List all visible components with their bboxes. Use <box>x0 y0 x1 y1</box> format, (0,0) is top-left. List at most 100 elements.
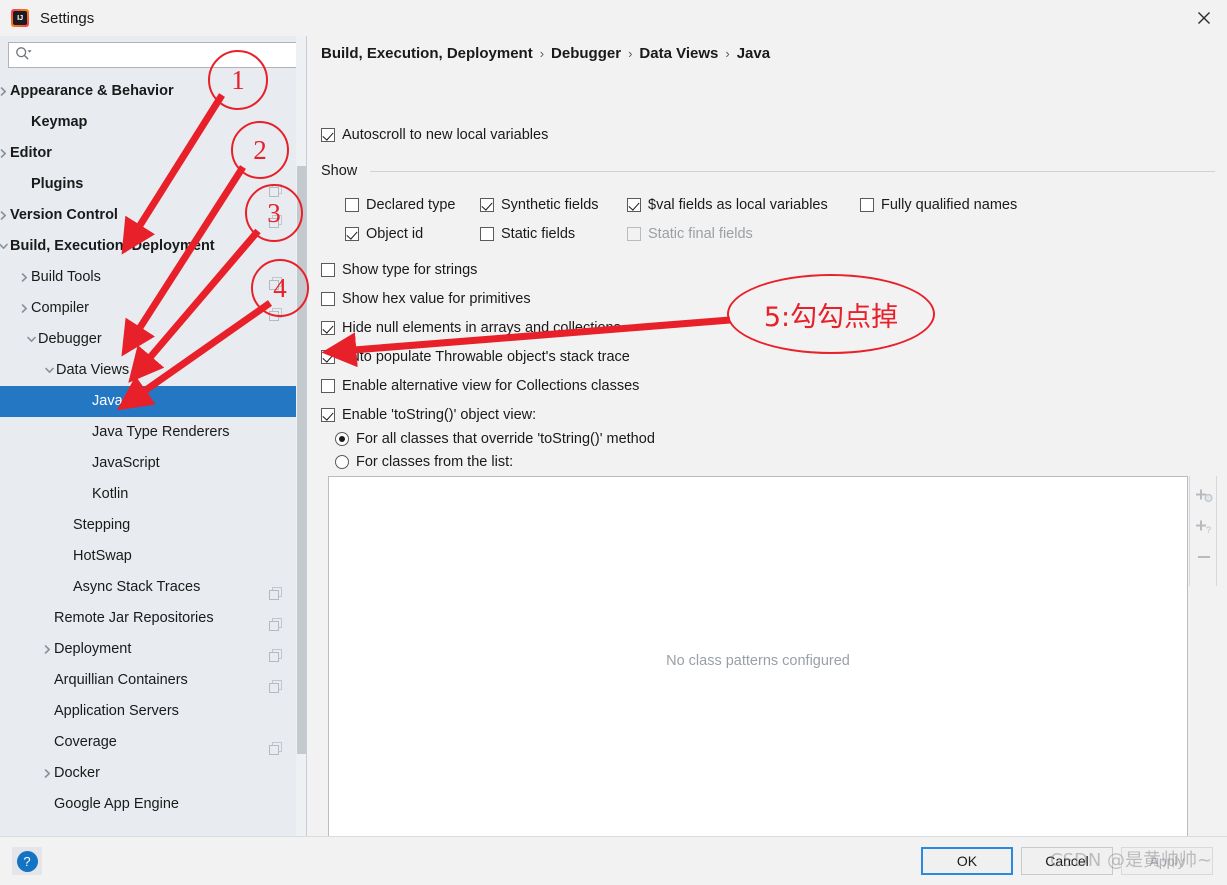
chevron-down-icon[interactable] <box>42 355 56 386</box>
checkbox-box[interactable] <box>860 198 874 212</box>
autoscroll-checkbox[interactable]: Autoscroll to new local variables <box>321 127 548 143</box>
sidebar-item-async-stack-traces[interactable]: Async Stack Traces <box>0 572 296 603</box>
option-auto-populate-throwable-object-s-stack-trace[interactable]: Auto populate Throwable object's stack t… <box>321 349 630 365</box>
show-option-val-fields-as-local-variables[interactable]: $val fields as local variables <box>627 197 828 213</box>
breadcrumb-segment[interactable]: Build, Execution, Deployment <box>321 45 533 62</box>
sidebar-item-stepping[interactable]: Stepping <box>0 510 296 541</box>
chevron-right-icon[interactable] <box>0 138 10 169</box>
sidebar-item-version-control[interactable]: Version Control <box>0 200 296 231</box>
close-icon[interactable] <box>1181 0 1227 36</box>
show-option-label: Fully qualified names <box>881 197 1018 213</box>
radio-for-classes-from-the-list[interactable]: For classes from the list: <box>335 454 513 470</box>
chevron-down-icon[interactable] <box>24 324 38 355</box>
sidebar-item-coverage[interactable]: Coverage <box>0 727 296 758</box>
chevron-right-icon[interactable] <box>17 262 31 293</box>
sidebar-item-java[interactable]: Java <box>0 386 296 417</box>
copy-settings-icon[interactable] <box>269 674 282 693</box>
sidebar-item-build-tools[interactable]: Build Tools <box>0 262 296 293</box>
copy-settings-icon[interactable] <box>269 209 282 228</box>
checkbox-box[interactable] <box>321 321 335 335</box>
sidebar-item-label: Appearance & Behavior <box>10 83 174 99</box>
sidebar-item-arquillian-containers[interactable]: Arquillian Containers <box>0 665 296 696</box>
sidebar-item-appearance-behavior[interactable]: Appearance & Behavior <box>0 76 296 107</box>
sidebar-item-docker[interactable]: Docker <box>0 758 296 789</box>
breadcrumb-segment[interactable]: Data Views <box>639 45 718 62</box>
checkbox-box[interactable] <box>321 350 335 364</box>
chevron-right-icon[interactable] <box>0 76 10 107</box>
checkbox-box[interactable] <box>321 292 335 306</box>
breadcrumb-segment[interactable]: Debugger <box>551 45 621 62</box>
checkbox-box[interactable] <box>627 198 641 212</box>
show-option-label: Synthetic fields <box>501 197 599 213</box>
sidebar-item-plugins[interactable]: Plugins <box>0 169 296 200</box>
show-option-declared-type[interactable]: Declared type <box>345 197 455 213</box>
copy-settings-icon[interactable] <box>269 302 282 321</box>
sidebar-item-application-servers[interactable]: Application Servers <box>0 696 296 727</box>
copy-settings-icon[interactable] <box>269 178 282 197</box>
show-option-fully-qualified-names[interactable]: Fully qualified names <box>860 197 1017 213</box>
show-option-synthetic-fields[interactable]: Synthetic fields <box>480 197 599 213</box>
sidebar-item-label: Arquillian Containers <box>54 672 188 688</box>
radio-circle[interactable] <box>335 432 349 446</box>
add-pattern-icon[interactable]: ? <box>1190 511 1218 541</box>
checkbox-box[interactable] <box>345 227 359 241</box>
copy-settings-icon[interactable] <box>269 643 282 662</box>
sidebar-item-keymap[interactable]: Keymap <box>0 107 296 138</box>
class-patterns-list[interactable]: No class patterns configured <box>328 476 1188 866</box>
show-option-label: Static fields <box>501 226 576 242</box>
option-enable-alternative-view-for-collections-classes[interactable]: Enable alternative view for Collections … <box>321 378 639 394</box>
watermark: CSDN @是黄帅帅~ <box>1050 850 1213 871</box>
radio-circle[interactable] <box>335 455 349 469</box>
option-show-hex-value-for-primitives[interactable]: Show hex value for primitives <box>321 291 531 307</box>
chevron-right-icon[interactable] <box>17 293 31 324</box>
checkbox-box[interactable] <box>321 408 335 422</box>
option-enable-tostring-object-view[interactable]: Enable 'toString()' object view: <box>321 407 536 423</box>
checkbox-box[interactable] <box>345 198 359 212</box>
show-option-static-fields[interactable]: Static fields <box>480 226 575 242</box>
svg-text:?: ? <box>1206 525 1211 535</box>
sidebar-item-label: Compiler <box>31 300 90 316</box>
sidebar-item-editor[interactable]: Editor <box>0 138 296 169</box>
search-input[interactable] <box>36 44 298 66</box>
remove-icon[interactable] <box>1190 542 1218 572</box>
chevron-right-icon[interactable] <box>0 200 10 231</box>
sidebar-item-hotswap[interactable]: HotSwap <box>0 541 296 572</box>
checkbox-box[interactable] <box>480 198 494 212</box>
copy-settings-icon[interactable] <box>269 581 282 600</box>
chevron-down-icon[interactable] <box>0 231 10 262</box>
chevron-right-icon[interactable] <box>40 758 54 789</box>
option-hide-null-elements-in-arrays-and-collections[interactable]: Hide null elements in arrays and collect… <box>321 320 621 336</box>
checkbox-box[interactable] <box>480 227 494 241</box>
checkbox-box[interactable] <box>321 379 335 393</box>
copy-settings-icon[interactable] <box>269 271 282 290</box>
option-label: Enable alternative view for Collections … <box>342 378 640 394</box>
show-option-object-id[interactable]: Object id <box>345 226 423 242</box>
ok-button[interactable]: OK <box>921 847 1013 875</box>
sidebar-item-data-views[interactable]: Data Views <box>0 355 296 386</box>
sidebar-item-compiler[interactable]: Compiler <box>0 293 296 324</box>
help-button[interactable]: ? <box>12 847 42 875</box>
option-show-type-for-strings[interactable]: Show type for strings <box>321 262 477 278</box>
sidebar-item-kotlin[interactable]: Kotlin <box>0 479 296 510</box>
show-group-label: Show <box>321 163 358 179</box>
sidebar-scrollbar-thumb[interactable] <box>297 166 306 754</box>
sidebar-item-build-execution-deployment[interactable]: Build, Execution, Deployment <box>0 231 296 262</box>
copy-settings-icon[interactable] <box>269 736 282 755</box>
copy-settings-icon[interactable] <box>269 612 282 631</box>
sidebar-item-remote-jar-repositories[interactable]: Remote Jar Repositories <box>0 603 296 634</box>
chevron-right-icon[interactable] <box>40 634 54 665</box>
sidebar-item-label: JavaScript <box>92 455 160 471</box>
sidebar-item-debugger[interactable]: Debugger <box>0 324 296 355</box>
breadcrumb-segment[interactable]: Java <box>737 45 770 62</box>
sidebar-item-javascript[interactable]: JavaScript <box>0 448 296 479</box>
search-box[interactable] <box>8 42 299 68</box>
checkbox-box[interactable] <box>321 263 335 277</box>
sidebar-item-deployment[interactable]: Deployment <box>0 634 296 665</box>
sidebar-item-google-app-engine[interactable]: Google App Engine <box>0 789 296 820</box>
add-class-icon[interactable] <box>1190 480 1218 510</box>
breadcrumb: Build, Execution, Deployment › Debugger › Da… <box>321 45 770 62</box>
radio-for-all-classes-that-override-tostring-method[interactable]: For all classes that override 'toString(… <box>335 431 655 447</box>
sidebar-item-java-type-renderers[interactable]: Java Type Renderers <box>0 417 296 448</box>
checkbox-box[interactable] <box>321 128 335 142</box>
dialog-button-bar: ? OK Cancel Apply <box>0 836 1227 885</box>
